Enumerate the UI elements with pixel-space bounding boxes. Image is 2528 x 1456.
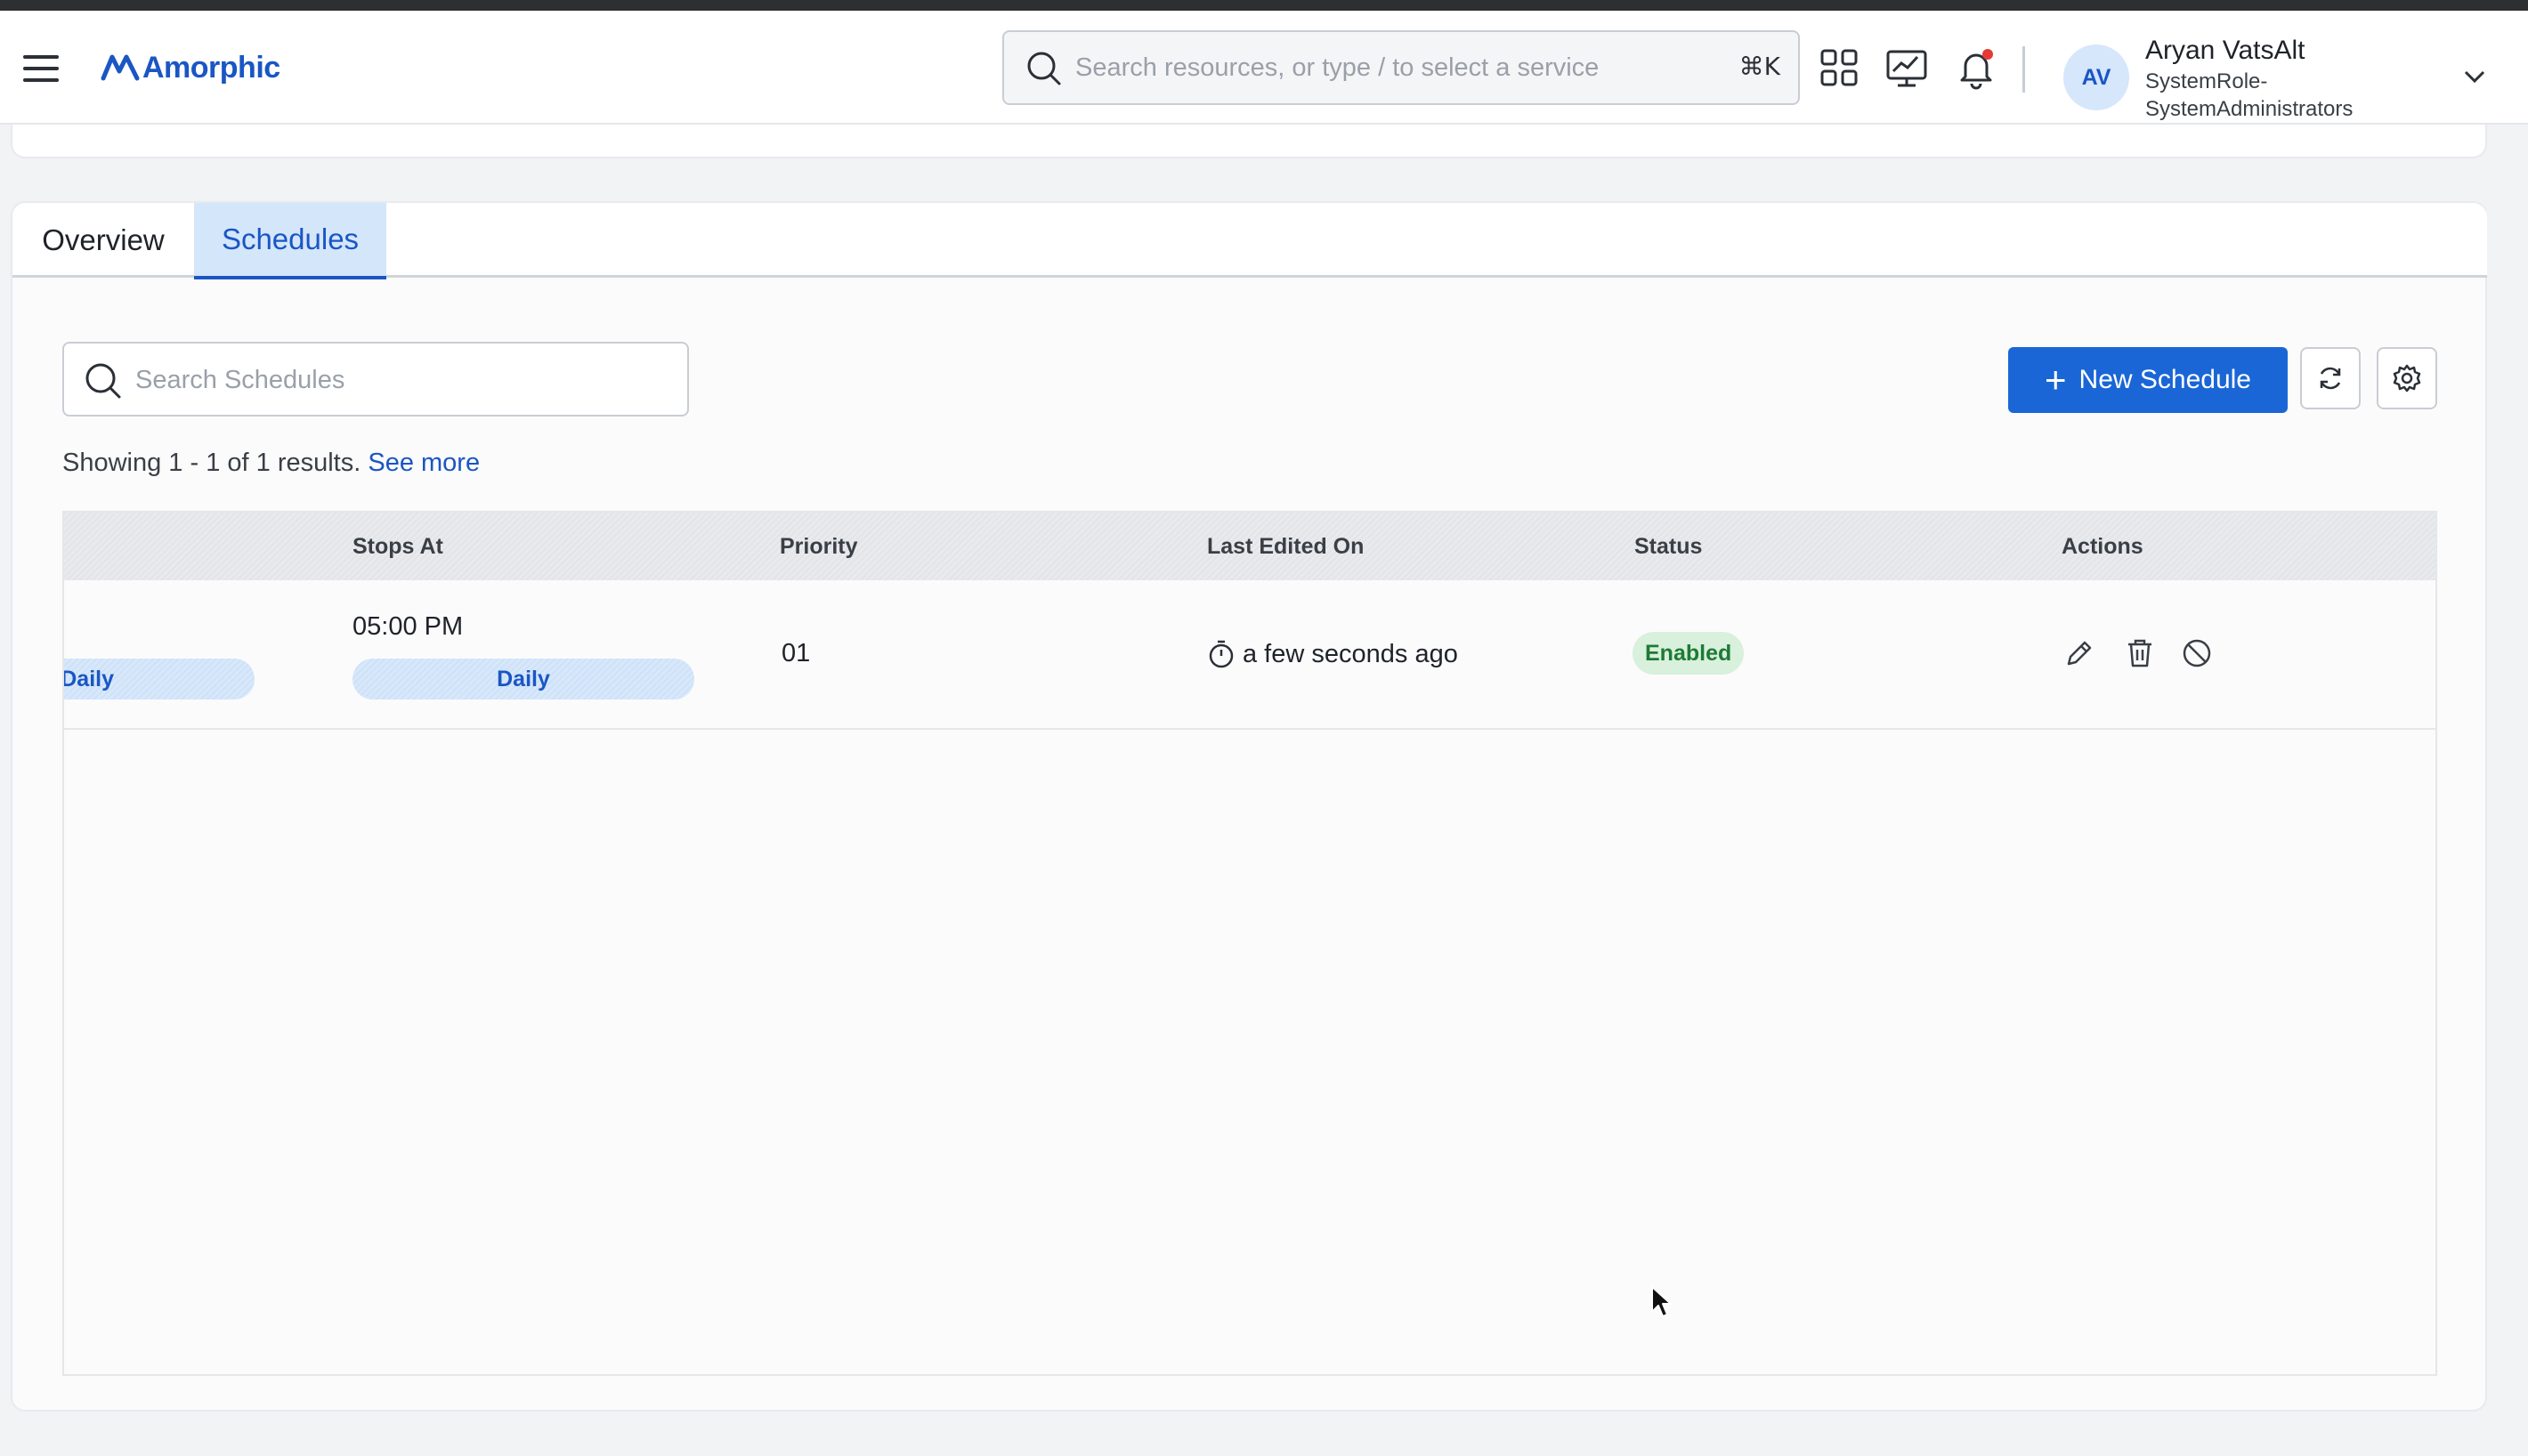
delete-icon[interactable]	[2122, 635, 2158, 671]
menu-icon[interactable]	[23, 55, 59, 82]
new-schedule-button[interactable]: + New Schedule	[2008, 347, 2288, 413]
header-divider	[2022, 46, 2025, 93]
status-badge: Enabled	[1633, 632, 1745, 675]
edit-icon[interactable]	[2062, 635, 2097, 671]
schedules-table: Stops At Priority Last Edited On Status …	[62, 511, 2437, 1376]
app-header: Amorphic ⌘K AV Aryan VatsAlt SystemRole-…	[0, 11, 2528, 125]
user-name: Aryan VatsAlt	[2145, 36, 2305, 65]
tab-schedules[interactable]: Schedules	[194, 203, 386, 279]
results-summary: Showing 1 - 1 of 1 results. See more	[62, 449, 480, 478]
plus-icon: +	[2045, 359, 2067, 400]
user-role: SystemRole- SystemAdministrators	[2145, 68, 2412, 123]
amorphic-logo-icon	[101, 54, 140, 81]
global-search-input[interactable]	[1075, 43, 1681, 93]
table-row: Daily 05:00 PM Daily 01 a few seconds ag…	[64, 580, 2435, 730]
refresh-icon	[2320, 367, 2341, 390]
schedule-search-input[interactable]	[135, 356, 669, 404]
column-header-last-edited-on[interactable]: Last Edited On	[1207, 534, 1364, 560]
logo-text: Amorphic	[142, 50, 280, 85]
top-card-remnant	[11, 125, 2487, 158]
user-avatar[interactable]: AV	[2063, 44, 2129, 110]
tab-bar: Overview Schedules	[12, 203, 2487, 279]
column-header-actions: Actions	[2062, 534, 2143, 559]
global-search-box[interactable]: ⌘K	[1002, 30, 1800, 105]
stops-at-frequency-pill: Daily	[352, 659, 694, 700]
schedule-search-box[interactable]	[62, 342, 689, 417]
see-more-link[interactable]: See more	[368, 449, 480, 477]
window-top-strip	[0, 0, 2528, 11]
stops-at-time: 05:00 PM	[352, 612, 464, 641]
new-schedule-label: New Schedule	[2078, 365, 2251, 394]
tab-overview[interactable]: Overview	[12, 203, 194, 278]
user-role-line-1: SystemRole-	[2145, 69, 2268, 93]
results-text: Showing 1 - 1 of 1 results.	[62, 449, 361, 477]
last-edited-cell: a few seconds ago	[1207, 639, 1458, 669]
search-icon	[1027, 52, 1061, 85]
schedule-frequency-pill: Daily	[64, 659, 255, 700]
timer-icon	[1209, 640, 1234, 668]
refresh-button[interactable]	[2300, 347, 2361, 409]
priority-value: 01	[782, 639, 811, 667]
disable-icon[interactable]	[2179, 635, 2215, 671]
last-edited-value: a few seconds ago	[1243, 639, 1458, 668]
settings-button[interactable]	[2377, 347, 2437, 409]
chevron-down-icon[interactable]	[2460, 66, 2489, 87]
apps-grid-icon[interactable]	[1816, 44, 1862, 91]
search-shortcut-hint: ⌘K	[1738, 52, 1780, 81]
app-logo[interactable]: Amorphic	[100, 41, 280, 94]
table-header: Stops At Priority Last Edited On Status …	[64, 513, 2435, 580]
gear-icon	[2393, 364, 2421, 392]
mouse-cursor-icon	[1651, 1286, 1672, 1317]
user-role-line-2: SystemAdministrators	[2145, 97, 2354, 121]
column-header-priority[interactable]: Priority	[780, 534, 858, 560]
search-icon	[85, 363, 121, 399]
column-header-status[interactable]: Status	[1634, 534, 1702, 560]
column-header-stops-at[interactable]: Stops At	[352, 534, 443, 560]
schedules-card: Overview Schedules + New Schedule Showin…	[11, 201, 2487, 1412]
monitor-chart-icon[interactable]	[1884, 44, 1930, 91]
bell-icon[interactable]	[1953, 44, 1999, 91]
